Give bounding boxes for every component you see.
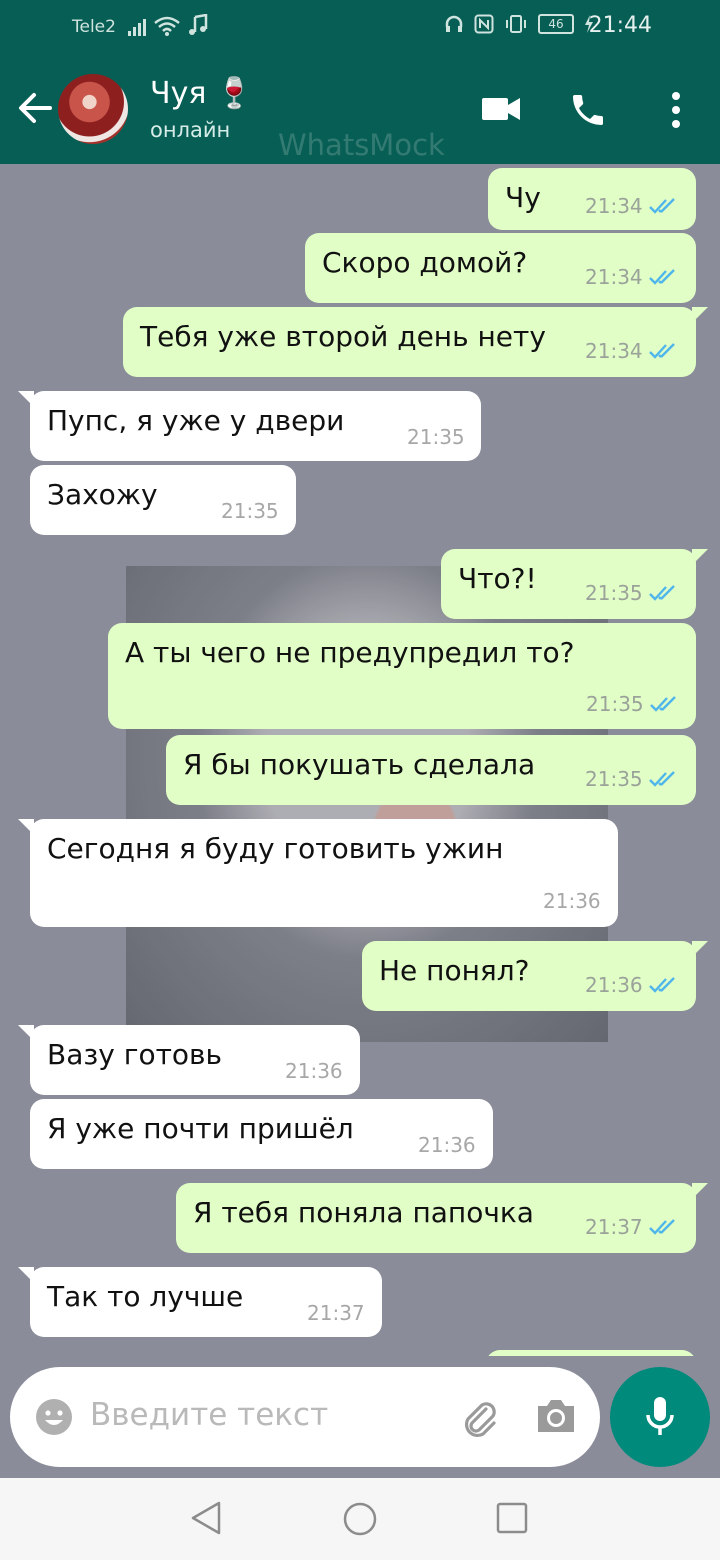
bubble-tail <box>18 391 34 407</box>
message-outgoing[interactable]: Чу 21:34 <box>488 168 696 230</box>
message-time: 21:35 <box>585 767 643 791</box>
bubble-tail <box>18 1267 34 1283</box>
message-outgoing[interactable]: Что?! 21:35 <box>441 549 708 619</box>
message-composer[interactable]: Введите текст <box>10 1367 600 1467</box>
bubble-tail <box>692 549 708 565</box>
message-time: 21:34 <box>585 265 643 289</box>
contact-name[interactable]: Чуя 🍷 <box>150 76 253 111</box>
message-time: 21:36 <box>543 889 601 913</box>
message-text: Скоро домой? <box>322 246 528 279</box>
read-ticks-icon <box>649 1219 675 1235</box>
nav-back-icon[interactable] <box>189 1500 223 1536</box>
message-outgoing[interactable]: Не понял? 21:36 <box>362 941 708 1011</box>
message-outgoing[interactable]: Тебя уже второй день нету 21:34 <box>123 307 708 377</box>
read-ticks-icon <box>649 198 675 214</box>
message-time: 21:35 <box>585 581 643 605</box>
message-text: Сегодня я буду готовить ужин <box>47 832 504 865</box>
mic-button[interactable] <box>610 1367 710 1467</box>
message-time: 21:35 <box>407 425 465 449</box>
emoji-icon[interactable] <box>34 1397 74 1437</box>
message-time: 21:35 <box>586 692 644 716</box>
message-outgoing[interactable]: Скоро домой? 21:34 <box>305 233 696 303</box>
headset-icon <box>445 15 463 32</box>
read-ticks-icon <box>649 585 675 601</box>
message-time: 21:36 <box>585 973 643 997</box>
back-arrow-icon[interactable] <box>16 88 54 128</box>
message-text: Пупс, я уже у двери <box>47 404 345 437</box>
nav-home-icon[interactable] <box>342 1501 378 1537</box>
message-outgoing[interactable]: Я бы покушать сделала 21:35 <box>166 735 696 805</box>
status-bar: Tele2 46 21:44 <box>0 0 720 54</box>
status-right-icons: 46 <box>444 14 594 34</box>
message-incoming[interactable]: Так то лучше 21:37 <box>18 1267 382 1337</box>
system-nav-bar <box>0 1478 720 1560</box>
message-text: Тебя уже второй день нету <box>140 320 546 353</box>
bubble-tail <box>692 1183 708 1199</box>
message-text: Так то лучше <box>47 1280 244 1313</box>
message-time: 21:36 <box>418 1133 476 1157</box>
chat-area[interactable]: Чу 21:34 Скоро домой? 21:34 Тебя уже вто… <box>0 164 720 1356</box>
battery-icon: 46 <box>538 14 574 34</box>
avatar[interactable] <box>58 74 128 144</box>
message-incoming[interactable]: Захожу 21:35 <box>30 465 296 535</box>
message-outgoing[interactable]: Я тебя поняла папочка 21:37 <box>176 1183 708 1253</box>
message-incoming[interactable]: Вазу готовь 21:36 <box>18 1025 360 1095</box>
message-time: 21:34 <box>585 339 643 363</box>
message-incoming[interactable]: Я уже почти пришёл 21:36 <box>30 1099 493 1169</box>
nfc-icon <box>474 14 494 34</box>
vibrate-icon <box>506 15 526 33</box>
message-outgoing[interactable]: А ты чего не предупредил то? 21:35 <box>108 623 696 729</box>
message-time: 21:36 <box>285 1059 343 1083</box>
nav-recents-icon[interactable] <box>496 1502 528 1534</box>
message-time: 21:34 <box>585 194 643 218</box>
message-text: Что?! <box>458 562 537 595</box>
read-ticks-icon <box>649 269 675 285</box>
message-time: 21:35 <box>221 499 279 523</box>
message-text: Не понял? <box>379 954 530 987</box>
message-outgoing-partial[interactable] <box>486 1350 696 1356</box>
message-time: 21:37 <box>585 1215 643 1239</box>
message-time: 21:37 <box>307 1301 365 1325</box>
message-incoming[interactable]: Пупс, я уже у двери 21:35 <box>18 391 481 461</box>
message-incoming[interactable]: Сегодня я буду готовить ужин 21:36 <box>18 819 618 927</box>
message-text: А ты чего не предупредил то? <box>125 636 575 669</box>
bubble-tail <box>18 1025 34 1041</box>
bubble-tail <box>18 819 34 835</box>
read-ticks-icon <box>649 977 675 993</box>
message-input[interactable]: Введите текст <box>90 1397 328 1433</box>
music-note-icon <box>189 14 208 35</box>
bubble-tail <box>692 941 708 957</box>
attach-icon[interactable] <box>458 1397 500 1439</box>
camera-icon[interactable] <box>534 1397 578 1435</box>
read-ticks-icon <box>649 343 675 359</box>
message-text: Чу <box>505 181 541 214</box>
watermark: WhatsMock <box>278 128 445 162</box>
read-ticks-icon <box>649 771 675 787</box>
wifi-icon <box>154 16 180 36</box>
contact-status: онлайн <box>150 118 231 142</box>
more-vert-icon[interactable] <box>668 90 684 130</box>
message-text: Захожу <box>47 478 158 511</box>
phone-icon[interactable] <box>568 90 608 130</box>
message-text: Вазу готовь <box>47 1038 223 1071</box>
clock: 21:44 <box>588 13 652 38</box>
signal-icon <box>128 16 146 36</box>
mic-icon <box>646 1397 674 1435</box>
carrier-label: Tele2 <box>72 17 116 37</box>
video-call-icon[interactable] <box>482 96 520 122</box>
message-text: Я тебя поняла папочка <box>193 1196 534 1229</box>
read-ticks-icon <box>650 696 676 712</box>
message-text: Я уже почти пришёл <box>47 1112 354 1145</box>
bubble-tail <box>692 307 708 323</box>
status-left-icons <box>128 14 208 36</box>
message-text: Я бы покушать сделала <box>183 748 536 781</box>
